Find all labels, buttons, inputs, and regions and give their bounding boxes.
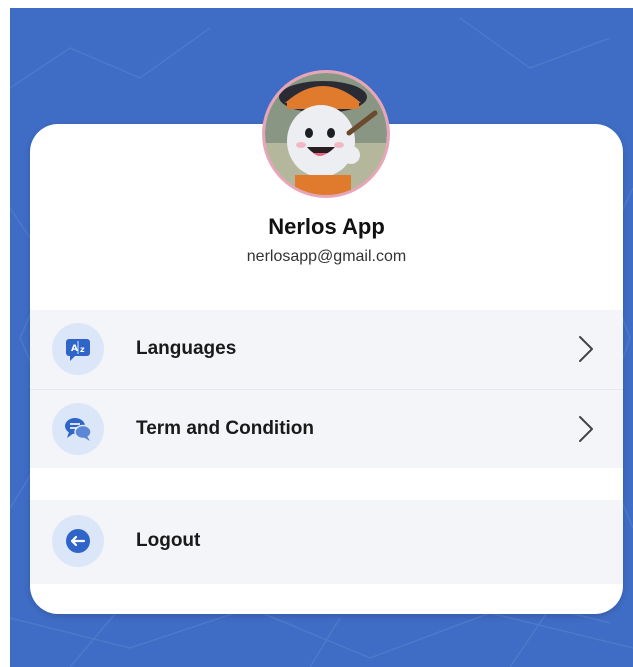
- menu-item-label: Term and Condition: [136, 418, 315, 439]
- profile-card: Nerlos App nerlosapp@gmail.com A z Langu…: [30, 124, 623, 614]
- translate-icon: A z: [52, 323, 104, 375]
- profile-email: nerlosapp@gmail.com: [246, 248, 407, 265]
- settings-menu: A z Languages Term and Condition: [30, 310, 623, 468]
- avatar[interactable]: [265, 73, 387, 195]
- menu-item-term-and-condition[interactable]: Term and Condition: [30, 390, 623, 469]
- logout-icon: [52, 515, 104, 567]
- app-screen: Nerlos App nerlosapp@gmail.com A z Langu…: [10, 8, 633, 667]
- chevron-right-icon: [579, 416, 593, 442]
- logout-button[interactable]: Logout: [30, 502, 623, 581]
- svg-text:z: z: [80, 345, 85, 354]
- logout-label: Logout: [136, 530, 201, 551]
- menu-item-label: Languages: [136, 338, 237, 359]
- logout-section: Logout: [30, 500, 623, 584]
- chevron-right-icon: [579, 336, 593, 362]
- profile-name: Nerlos App: [268, 214, 385, 239]
- menu-item-languages[interactable]: A z Languages: [30, 310, 623, 389]
- chat-bubbles-icon: [52, 403, 104, 455]
- svg-text:A: A: [71, 344, 78, 354]
- avatar-illustration: [265, 73, 387, 195]
